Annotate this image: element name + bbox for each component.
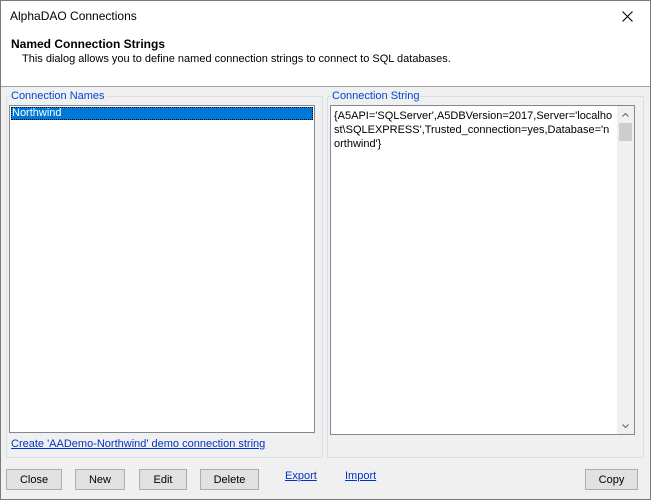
header-title: Named Connection Strings: [11, 37, 166, 51]
chevron-up-icon: [622, 112, 629, 117]
scroll-up-button[interactable]: [617, 106, 634, 123]
connection-names-legend: Connection Names: [10, 89, 106, 103]
vertical-scrollbar[interactable]: [617, 106, 634, 434]
scroll-down-button[interactable]: [617, 417, 634, 434]
header-description: This dialog allows you to define named c…: [22, 53, 451, 65]
create-demo-connection-link[interactable]: Create 'AADemo-Northwind' demo connectio…: [11, 438, 265, 450]
delete-button[interactable]: Delete: [200, 469, 259, 490]
new-button[interactable]: New: [75, 469, 125, 490]
export-link[interactable]: Export: [285, 470, 317, 482]
scroll-thumb[interactable]: [619, 123, 632, 141]
import-link[interactable]: Import: [345, 470, 376, 482]
list-item-northwind[interactable]: Northwind: [11, 107, 313, 120]
close-icon: [621, 10, 633, 22]
connection-string-legend: Connection String: [331, 89, 421, 103]
connection-names-list[interactable]: Northwind: [9, 105, 315, 433]
connection-string-textarea[interactable]: {A5API='SQLServer',A5DBVersion=2017,Serv…: [330, 105, 635, 435]
chevron-down-icon: [622, 423, 629, 428]
dialog-window: AlphaDAO Connections Named Connection St…: [0, 0, 651, 500]
connection-string-text: {A5API='SQLServer',A5DBVersion=2017,Serv…: [334, 110, 613, 150]
window-title: AlphaDAO Connections: [10, 9, 137, 23]
title-bar: AlphaDAO Connections: [1, 1, 650, 31]
dialog-header: Named Connection Strings This dialog all…: [1, 31, 650, 87]
copy-button[interactable]: Copy: [585, 469, 638, 490]
edit-button[interactable]: Edit: [139, 469, 187, 490]
close-button[interactable]: Close: [6, 469, 62, 490]
close-window-button[interactable]: [604, 1, 650, 31]
